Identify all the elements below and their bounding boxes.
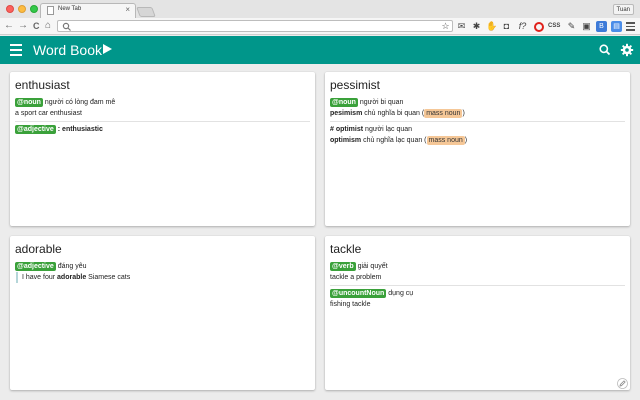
gear-icon[interactable] (620, 43, 634, 57)
menu-icon[interactable] (10, 44, 22, 59)
tab-title: New Tab (58, 6, 82, 12)
browser-toolbar: ← → C ⌂ ☆ ✉ ✱ ✋ ◘ f? CSS ✎ ▣ B ▤ (0, 18, 640, 35)
part-of-speech-badge: @uncountNoun (330, 289, 387, 298)
puzzle-icon[interactable]: ✱ (471, 21, 482, 32)
part-of-speech-badge: @adjective (15, 262, 56, 271)
term-line: # optimist người lạc quan (330, 124, 625, 135)
play-icon[interactable] (103, 44, 112, 54)
term-meaning: chủ nghĩa lạc quan ( (363, 137, 427, 144)
mass-noun-tag: mass noun (426, 136, 465, 145)
profile-button[interactable]: Tuan (612, 4, 634, 15)
example-text: Siamese cats (88, 274, 131, 281)
mass-noun-tag: mass noun (424, 109, 463, 118)
word-card[interactable]: adorable @adjective đáng yêu I have four… (10, 236, 315, 390)
page-icon (47, 6, 54, 15)
definition-line: @uncountNoun dụng cụ (330, 288, 625, 299)
word-card[interactable]: enthusiast @noun người có lòng đam mê a … (10, 72, 315, 226)
edit-icon[interactable] (617, 378, 628, 389)
term-line: pesimism chủ nghĩa bi quan (mass noun) (330, 108, 465, 119)
pocket-icon[interactable]: ◘ (501, 21, 512, 32)
close-window-button[interactable] (6, 5, 14, 13)
function-icon[interactable]: f? (517, 21, 528, 32)
part-of-speech-badge: @adjective (15, 125, 56, 134)
meaning-text: dụng cụ (388, 290, 414, 297)
part-of-speech-badge: @noun (15, 98, 43, 107)
browser-titlebar: New Tab × Tuan (0, 0, 640, 18)
sense-block: @verb giải quyết tackle a problem (330, 261, 388, 283)
app-bar: Word Book (0, 36, 640, 64)
address-bar[interactable] (57, 20, 453, 32)
opera-icon[interactable] (534, 22, 544, 32)
home-button[interactable]: ⌂ (45, 20, 51, 32)
sense-block: @noun người bi quan pesimism chủ nghĩa b… (330, 97, 465, 119)
term-word: optimist (335, 126, 364, 133)
sense-block: # optimist người lạc quan optimism chủ n… (330, 121, 625, 146)
minimize-window-button[interactable] (18, 5, 26, 13)
term-meaning: chủ nghĩa bi quan ( (364, 110, 425, 117)
definition-line: @noun người bi quan (330, 97, 465, 108)
word-card[interactable]: tackle @verb giải quyết tackle a problem… (325, 236, 630, 390)
term-word: optimism (330, 137, 362, 144)
term-line: optimism chủ nghĩa lạc quan (mass noun) (330, 135, 625, 146)
example-text: a sport car enthusiast (15, 110, 82, 117)
example-quote: I have four adorable Siamese cats (16, 272, 130, 283)
definition-line: @verb giải quyết (330, 261, 388, 272)
example-text: I have four (22, 274, 56, 281)
example-text: tackle a problem (330, 274, 382, 281)
save-icon[interactable]: ▣ (581, 21, 592, 32)
css-icon[interactable]: CSS (548, 21, 560, 32)
mail-icon[interactable]: ✉ (456, 21, 467, 32)
word-title: pessimist (330, 78, 381, 92)
browser-menu-icon[interactable] (626, 22, 635, 33)
reload-button[interactable]: C (33, 20, 40, 32)
app-title: Word Book (33, 42, 102, 58)
separator-text: : (57, 126, 61, 133)
eyedropper-icon[interactable]: ✎ (566, 21, 577, 32)
back-button[interactable]: ← (4, 20, 14, 32)
hand-icon[interactable]: ✋ (486, 21, 497, 32)
word-title: adorable (15, 242, 62, 256)
meaning-text: giải quyết (357, 263, 388, 270)
zoom-window-button[interactable] (30, 5, 38, 13)
b-extension-icon[interactable]: B (596, 21, 607, 32)
word-card[interactable]: pessimist @noun người bi quan pesimism c… (325, 72, 630, 226)
definition-line: @adjective đáng yêu (15, 261, 130, 272)
word-title: enthusiast (15, 78, 70, 92)
close-paren: ) (464, 137, 468, 144)
search-icon (62, 22, 71, 31)
sense-block: @uncountNoun dụng cụ fishing tackle (330, 285, 625, 310)
hash-prefix: # (330, 126, 334, 133)
sense-block: @adjective : enthusiastic (15, 121, 310, 135)
sense-block: @adjective đáng yêu I have four adorable… (15, 261, 130, 283)
meaning-text: người bi quan (359, 99, 404, 106)
meaning-text: đáng yêu (57, 263, 87, 270)
search-icon[interactable] (598, 43, 612, 57)
screen-icon[interactable]: ▤ (611, 21, 622, 32)
part-of-speech-badge: @verb (330, 262, 356, 271)
browser-tab[interactable]: New Tab × (40, 3, 136, 18)
related-word: enthusiastic (62, 126, 103, 133)
example-highlight: adorable (57, 274, 87, 281)
meaning-text: người có lòng đam mê (44, 99, 116, 106)
word-title: tackle (330, 242, 362, 256)
new-tab-button[interactable] (136, 7, 156, 17)
example-text: fishing tackle (330, 301, 371, 308)
close-paren: ) (462, 110, 465, 117)
forward-button[interactable]: → (18, 20, 28, 32)
definition-line: @noun người có lòng đam mê (15, 97, 115, 108)
star-icon[interactable]: ☆ (440, 21, 451, 32)
term-word: pesimism (330, 110, 363, 117)
term-meaning: người lạc quan (365, 126, 413, 133)
part-of-speech-badge: @noun (330, 98, 358, 107)
tab-close-icon[interactable]: × (125, 5, 130, 14)
sense-block: @noun người có lòng đam mê a sport car e… (15, 97, 115, 119)
